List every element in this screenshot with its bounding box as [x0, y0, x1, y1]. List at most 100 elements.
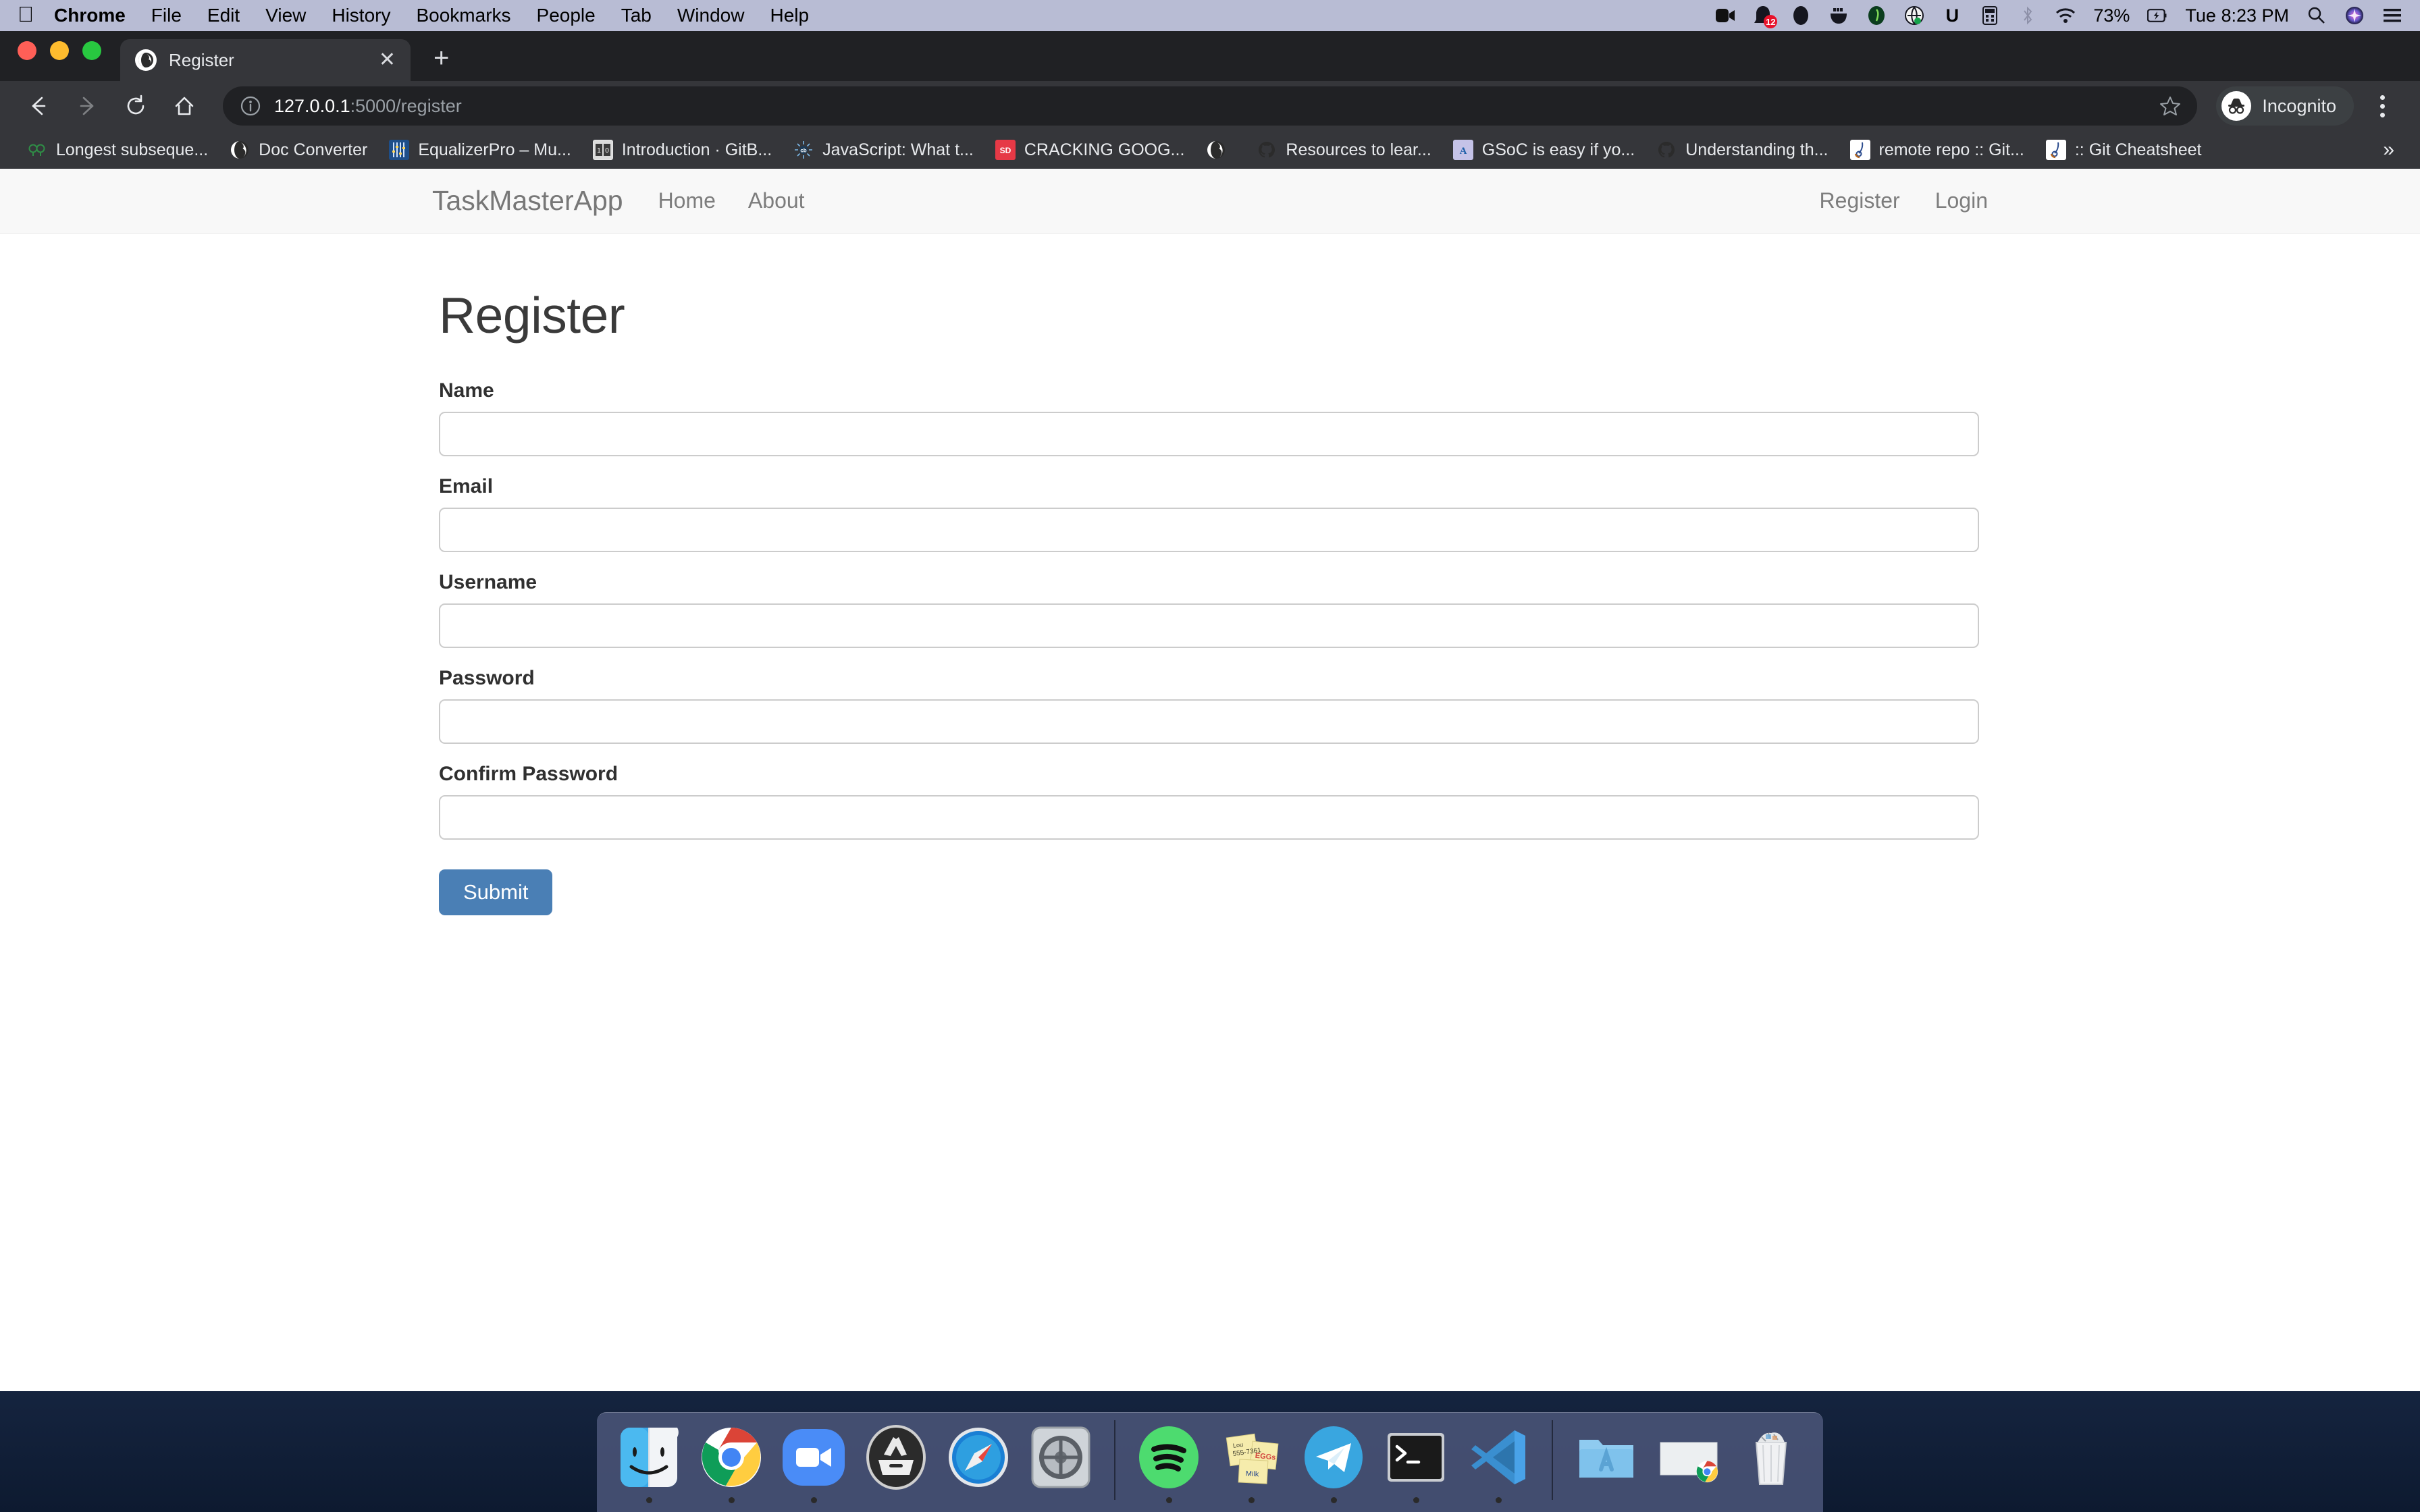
- menu-item-history[interactable]: History: [332, 5, 390, 26]
- equalizer-icon: [389, 140, 410, 160]
- label-confirm-password: Confirm Password: [439, 763, 619, 785]
- bookmark-gitbook-introduction[interactable]: 10 Introduction · GitB...: [582, 135, 783, 165]
- bookmark-star-icon[interactable]: [2159, 95, 2181, 117]
- page-info-icon[interactable]: [240, 96, 261, 116]
- dock-item-finder[interactable]: [609, 1412, 689, 1508]
- bookmarks-overflow-button[interactable]: »: [2383, 138, 2404, 161]
- email-input[interactable]: [439, 508, 1979, 552]
- field-group-confirm-password: Confirm Password: [439, 763, 2420, 840]
- bookmark-unlabeled-globe[interactable]: [1195, 135, 1246, 165]
- svg-text:SD: SD: [1000, 146, 1011, 155]
- bookmark-label: Doc Converter: [259, 140, 368, 159]
- siri-icon[interactable]: [2344, 5, 2365, 26]
- nav-link-about[interactable]: About: [748, 188, 805, 213]
- bookmark-remote-repo-git[interactable]: remote repo :: Git...: [1839, 135, 2035, 165]
- menu-item-edit[interactable]: Edit: [207, 5, 240, 26]
- back-arrow-icon[interactable]: [19, 86, 58, 126]
- bookmark-git-cheatsheet[interactable]: :: Git Cheatsheet: [2035, 135, 2213, 165]
- nav-link-login[interactable]: Login: [1935, 188, 1988, 213]
- dock-item-applications-folder[interactable]: [1567, 1412, 1646, 1508]
- dock-item-zoom[interactable]: [774, 1412, 853, 1508]
- incognito-profile-button[interactable]: Incognito: [2216, 86, 2354, 126]
- dock-item-system-preferences[interactable]: [1021, 1412, 1101, 1508]
- bookmark-label: EqualizerPro – Mu...: [418, 140, 571, 159]
- new-tab-button[interactable]: +: [433, 45, 449, 72]
- dock-item-stickies[interactable]: Lou 555-7361 EGGs Milk: [1211, 1412, 1291, 1508]
- zoom-camera-icon[interactable]: [1715, 5, 1735, 26]
- evernote-icon[interactable]: [1866, 5, 1887, 26]
- bookmark-equalizerpro[interactable]: EqualizerPro – Mu...: [378, 135, 582, 165]
- git-tower-icon: [1849, 140, 1870, 160]
- name-input[interactable]: [439, 412, 1979, 456]
- spotlight-search-icon[interactable]: [2307, 5, 2327, 26]
- menu-item-window[interactable]: Window: [677, 5, 745, 26]
- submit-button[interactable]: Submit: [439, 869, 553, 915]
- menu-item-file[interactable]: File: [151, 5, 182, 26]
- running-indicator: [728, 1497, 735, 1503]
- bookmark-javascript-article[interactable]: cb JavaScript: What t...: [783, 135, 984, 165]
- forward-arrow-icon[interactable]: [68, 86, 107, 126]
- navbar-right-links: Register Login: [1785, 188, 2420, 213]
- control-center-icon[interactable]: [2382, 5, 2402, 26]
- dropbox-icon[interactable]: [1791, 5, 1811, 26]
- bookmark-understanding-the[interactable]: Understanding th...: [1646, 135, 1839, 165]
- dock-item-spotify[interactable]: [1129, 1412, 1209, 1508]
- browser-tab-strip: Register ✕ +: [0, 31, 2420, 81]
- username-input[interactable]: [439, 603, 1979, 648]
- dock-item-app-store-dark[interactable]: [856, 1412, 936, 1508]
- dock-item-telegram[interactable]: [1294, 1412, 1373, 1508]
- dock-item-minimized-window[interactable]: [1649, 1412, 1729, 1508]
- dock-item-trash[interactable]: [1731, 1412, 1811, 1508]
- calculator-icon[interactable]: [1980, 5, 2000, 26]
- bookmark-doc-converter[interactable]: Doc Converter: [219, 135, 378, 165]
- bookmark-cracking-google[interactable]: SD CRACKING GOOG...: [984, 135, 1196, 165]
- maximize-window-button[interactable]: [82, 41, 101, 60]
- macos-menu-bar:  Chrome File Edit View History Bookmark…: [0, 0, 2420, 31]
- three-dot-menu-icon[interactable]: [2363, 87, 2401, 125]
- site-brand-taskmasterapp[interactable]: TaskMasterApp: [432, 185, 623, 217]
- close-window-button[interactable]: [18, 41, 36, 60]
- menu-item-people[interactable]: People: [537, 5, 596, 26]
- dock-item-terminal[interactable]: [1376, 1412, 1456, 1508]
- apple-logo-icon[interactable]: : [18, 3, 34, 25]
- bookmark-longest-subsequence[interactable]: Longest subseque...: [16, 135, 219, 165]
- confirm-password-input[interactable]: [439, 795, 1979, 840]
- telegram-icon: [1298, 1422, 1369, 1493]
- menu-item-chrome[interactable]: Chrome: [54, 5, 126, 26]
- menu-item-bookmarks[interactable]: Bookmarks: [416, 5, 510, 26]
- close-icon[interactable]: ✕: [379, 50, 396, 70]
- unicode-u-icon[interactable]: U: [1942, 5, 1962, 26]
- label-name: Name: [439, 379, 494, 402]
- battery-percent-label: 73%: [2093, 5, 2130, 26]
- nav-link-register[interactable]: Register: [1820, 188, 1900, 213]
- notification-bell-icon[interactable]: 12: [1753, 5, 1778, 28]
- menu-bar-clock[interactable]: Tue 8:23 PM: [2185, 5, 2289, 26]
- svg-text:Milk: Milk: [1245, 1469, 1259, 1478]
- menu-item-help[interactable]: Help: [770, 5, 809, 26]
- dock-item-chrome[interactable]: [691, 1412, 771, 1508]
- dock-item-vscode[interactable]: [1458, 1412, 1538, 1508]
- running-indicator: [1248, 1497, 1255, 1503]
- menu-item-view[interactable]: View: [265, 5, 306, 26]
- browser-tab-register[interactable]: Register ✕: [120, 39, 411, 81]
- address-bar[interactable]: 127.0.0.1:5000/register: [223, 86, 2198, 126]
- bookmark-resources-to-learn[interactable]: Resources to lear...: [1246, 135, 1442, 165]
- reload-icon[interactable]: [116, 86, 155, 126]
- stickies-icon: Lou 555-7361 EGGs Milk: [1215, 1422, 1287, 1493]
- globe-favicon: [135, 49, 157, 71]
- home-icon[interactable]: [165, 86, 204, 126]
- password-input[interactable]: [439, 699, 1979, 744]
- bookmark-gsoc-article[interactable]: A GSoC is easy if yo...: [1442, 135, 1646, 165]
- running-indicator: [1330, 1497, 1337, 1503]
- grammarly-icon[interactable]: [1904, 5, 1924, 26]
- docker-whale-icon[interactable]: [1829, 5, 1849, 26]
- bluetooth-icon[interactable]: [2018, 5, 2038, 26]
- minimize-window-button[interactable]: [50, 41, 69, 60]
- nav-link-home[interactable]: Home: [658, 188, 716, 213]
- menu-item-tab[interactable]: Tab: [621, 5, 652, 26]
- svg-text:Lou: Lou: [1232, 1441, 1243, 1449]
- bookmark-label: CRACKING GOOG...: [1024, 140, 1185, 159]
- battery-charging-icon[interactable]: [2147, 5, 2167, 26]
- dock-item-safari[interactable]: [939, 1412, 1018, 1508]
- wifi-icon[interactable]: [2055, 5, 2076, 26]
